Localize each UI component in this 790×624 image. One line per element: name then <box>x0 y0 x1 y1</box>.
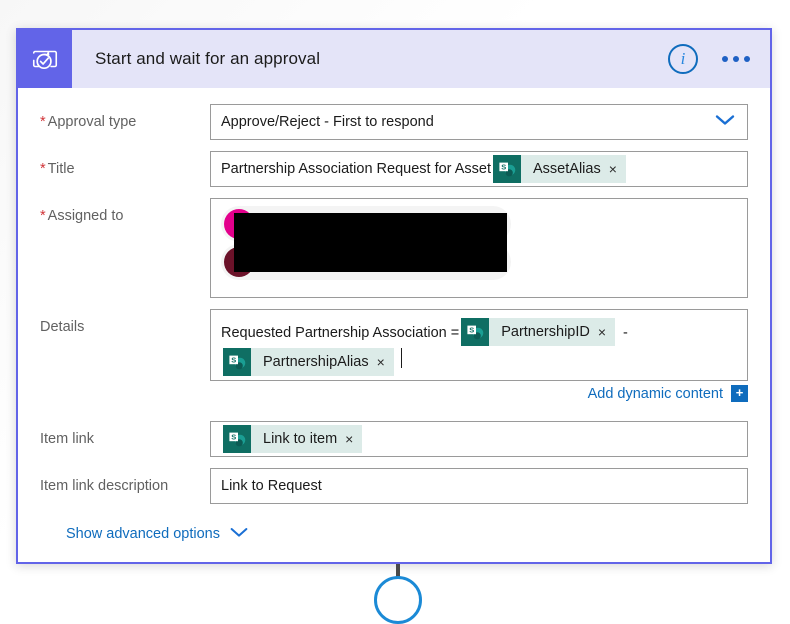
info-icon[interactable]: i <box>668 44 698 74</box>
flow-connector-node[interactable] <box>374 576 422 624</box>
person-chip[interactable]: × <box>221 206 511 242</box>
sharepoint-icon: S <box>223 348 251 376</box>
token-link-to-item[interactable]: S Link to item × <box>223 425 363 453</box>
token-remove-icon[interactable]: × <box>609 162 626 176</box>
control-item-link: S Link to item × <box>210 421 748 457</box>
item-link-input[interactable]: S Link to item × <box>210 421 748 457</box>
details-text-prefix: Requested Partnership Association = <box>221 325 460 341</box>
token-assetalias[interactable]: S AssetAlias × <box>493 155 626 183</box>
label-item-link: Item link <box>40 421 210 448</box>
control-approval-type: Approve/Reject - First to respond <box>210 104 748 140</box>
chevron-down-icon[interactable] <box>715 114 735 130</box>
token-label: PartnershipID <box>501 324 590 340</box>
token-label: Link to item <box>263 431 338 447</box>
avatar <box>224 209 254 239</box>
field-row-item-link-description: Item link description Link to Request <box>40 468 748 504</box>
chevron-down-icon <box>230 526 248 542</box>
sharepoint-icon: S <box>223 425 251 453</box>
approval-type-dropdown[interactable]: Approve/Reject - First to respond <box>210 104 748 140</box>
svg-text:S: S <box>501 162 506 171</box>
token-partnershipalias[interactable]: S PartnershipAlias × <box>223 348 394 376</box>
sharepoint-icon: S <box>461 318 490 346</box>
token-label: PartnershipAlias <box>263 354 369 370</box>
approval-icon <box>18 30 72 88</box>
assigned-to-input[interactable]: × × <box>210 198 748 298</box>
remove-person-icon[interactable]: × <box>479 210 507 238</box>
required-asterisk: * <box>40 114 46 130</box>
show-advanced-options-toggle[interactable]: Show advanced options <box>66 526 248 542</box>
control-assigned-to: × × <box>210 198 748 298</box>
people-chip-list: × × <box>221 206 737 280</box>
add-dynamic-content-plus-icon[interactable]: + <box>731 385 748 402</box>
label-title: * Title <box>40 151 210 178</box>
field-row-details: Details Requested Partnership Associatio… <box>40 309 748 410</box>
token-partnershipid[interactable]: S PartnershipID × <box>461 318 616 346</box>
field-row-approval-type: * Approval type Approve/Reject - First to… <box>40 104 748 140</box>
item-link-description-value: Link to Request <box>221 478 322 494</box>
person-chip[interactable]: × <box>221 244 511 280</box>
label-details-text: Details <box>40 319 85 335</box>
text-caret <box>400 348 402 368</box>
required-asterisk: * <box>40 161 46 177</box>
header-actions: i <box>668 30 754 88</box>
item-link-description-input[interactable]: Link to Request <box>210 468 748 504</box>
label-assigned-to-text: Assigned to <box>47 208 124 224</box>
svg-text:S: S <box>231 355 236 364</box>
details-input[interactable]: Requested Partnership Association = S Pa… <box>210 309 748 381</box>
add-dynamic-content-row: Add dynamic content + <box>210 385 748 402</box>
field-row-assigned-to: * Assigned to × × <box>40 198 748 298</box>
token-remove-icon[interactable]: × <box>377 355 394 369</box>
token-remove-icon[interactable]: × <box>598 325 615 339</box>
label-assigned-to: * Assigned to <box>40 198 210 225</box>
token-label: AssetAlias <box>533 161 601 177</box>
remove-person-icon[interactable]: × <box>479 248 507 276</box>
card-header: Start and wait for an approval i <box>18 30 770 88</box>
title-input[interactable]: Partnership Association Request for Asse… <box>210 151 748 187</box>
label-item-link-description: Item link description <box>40 468 210 495</box>
control-title: Partnership Association Request for Asse… <box>210 151 748 187</box>
label-details: Details <box>40 309 210 336</box>
label-approval-type-text: Approval type <box>47 114 137 130</box>
avatar <box>224 247 254 277</box>
sharepoint-icon: S <box>493 155 522 183</box>
title-text-prefix: Partnership Association Request for Asse… <box>221 161 492 177</box>
page-title: Start and wait for an approval <box>95 49 321 68</box>
field-row-item-link: Item link S Link to item × <box>40 421 748 457</box>
details-separator: - <box>623 325 628 341</box>
label-item-link-text: Item link <box>40 431 94 447</box>
card-body: * Approval type Approve/Reject - First to… <box>18 88 770 542</box>
label-approval-type: * Approval type <box>40 104 210 131</box>
control-item-link-description: Link to Request <box>210 468 748 504</box>
svg-text:S: S <box>469 325 474 334</box>
svg-text:S: S <box>231 432 236 441</box>
control-details: Requested Partnership Association = S Pa… <box>210 309 748 410</box>
required-asterisk: * <box>40 208 46 224</box>
field-row-title: * Title Partnership Association Request f… <box>40 151 748 187</box>
token-remove-icon[interactable]: × <box>345 432 362 446</box>
approval-type-value: Approve/Reject - First to respond <box>221 114 434 130</box>
label-item-link-description-text: Item link description <box>40 478 169 494</box>
label-title-text: Title <box>47 161 75 177</box>
approval-action-card: Start and wait for an approval i * Approv… <box>16 28 772 564</box>
add-dynamic-content-link[interactable]: Add dynamic content <box>588 386 723 402</box>
more-options-icon[interactable] <box>718 48 754 70</box>
show-advanced-options-label: Show advanced options <box>66 526 220 542</box>
